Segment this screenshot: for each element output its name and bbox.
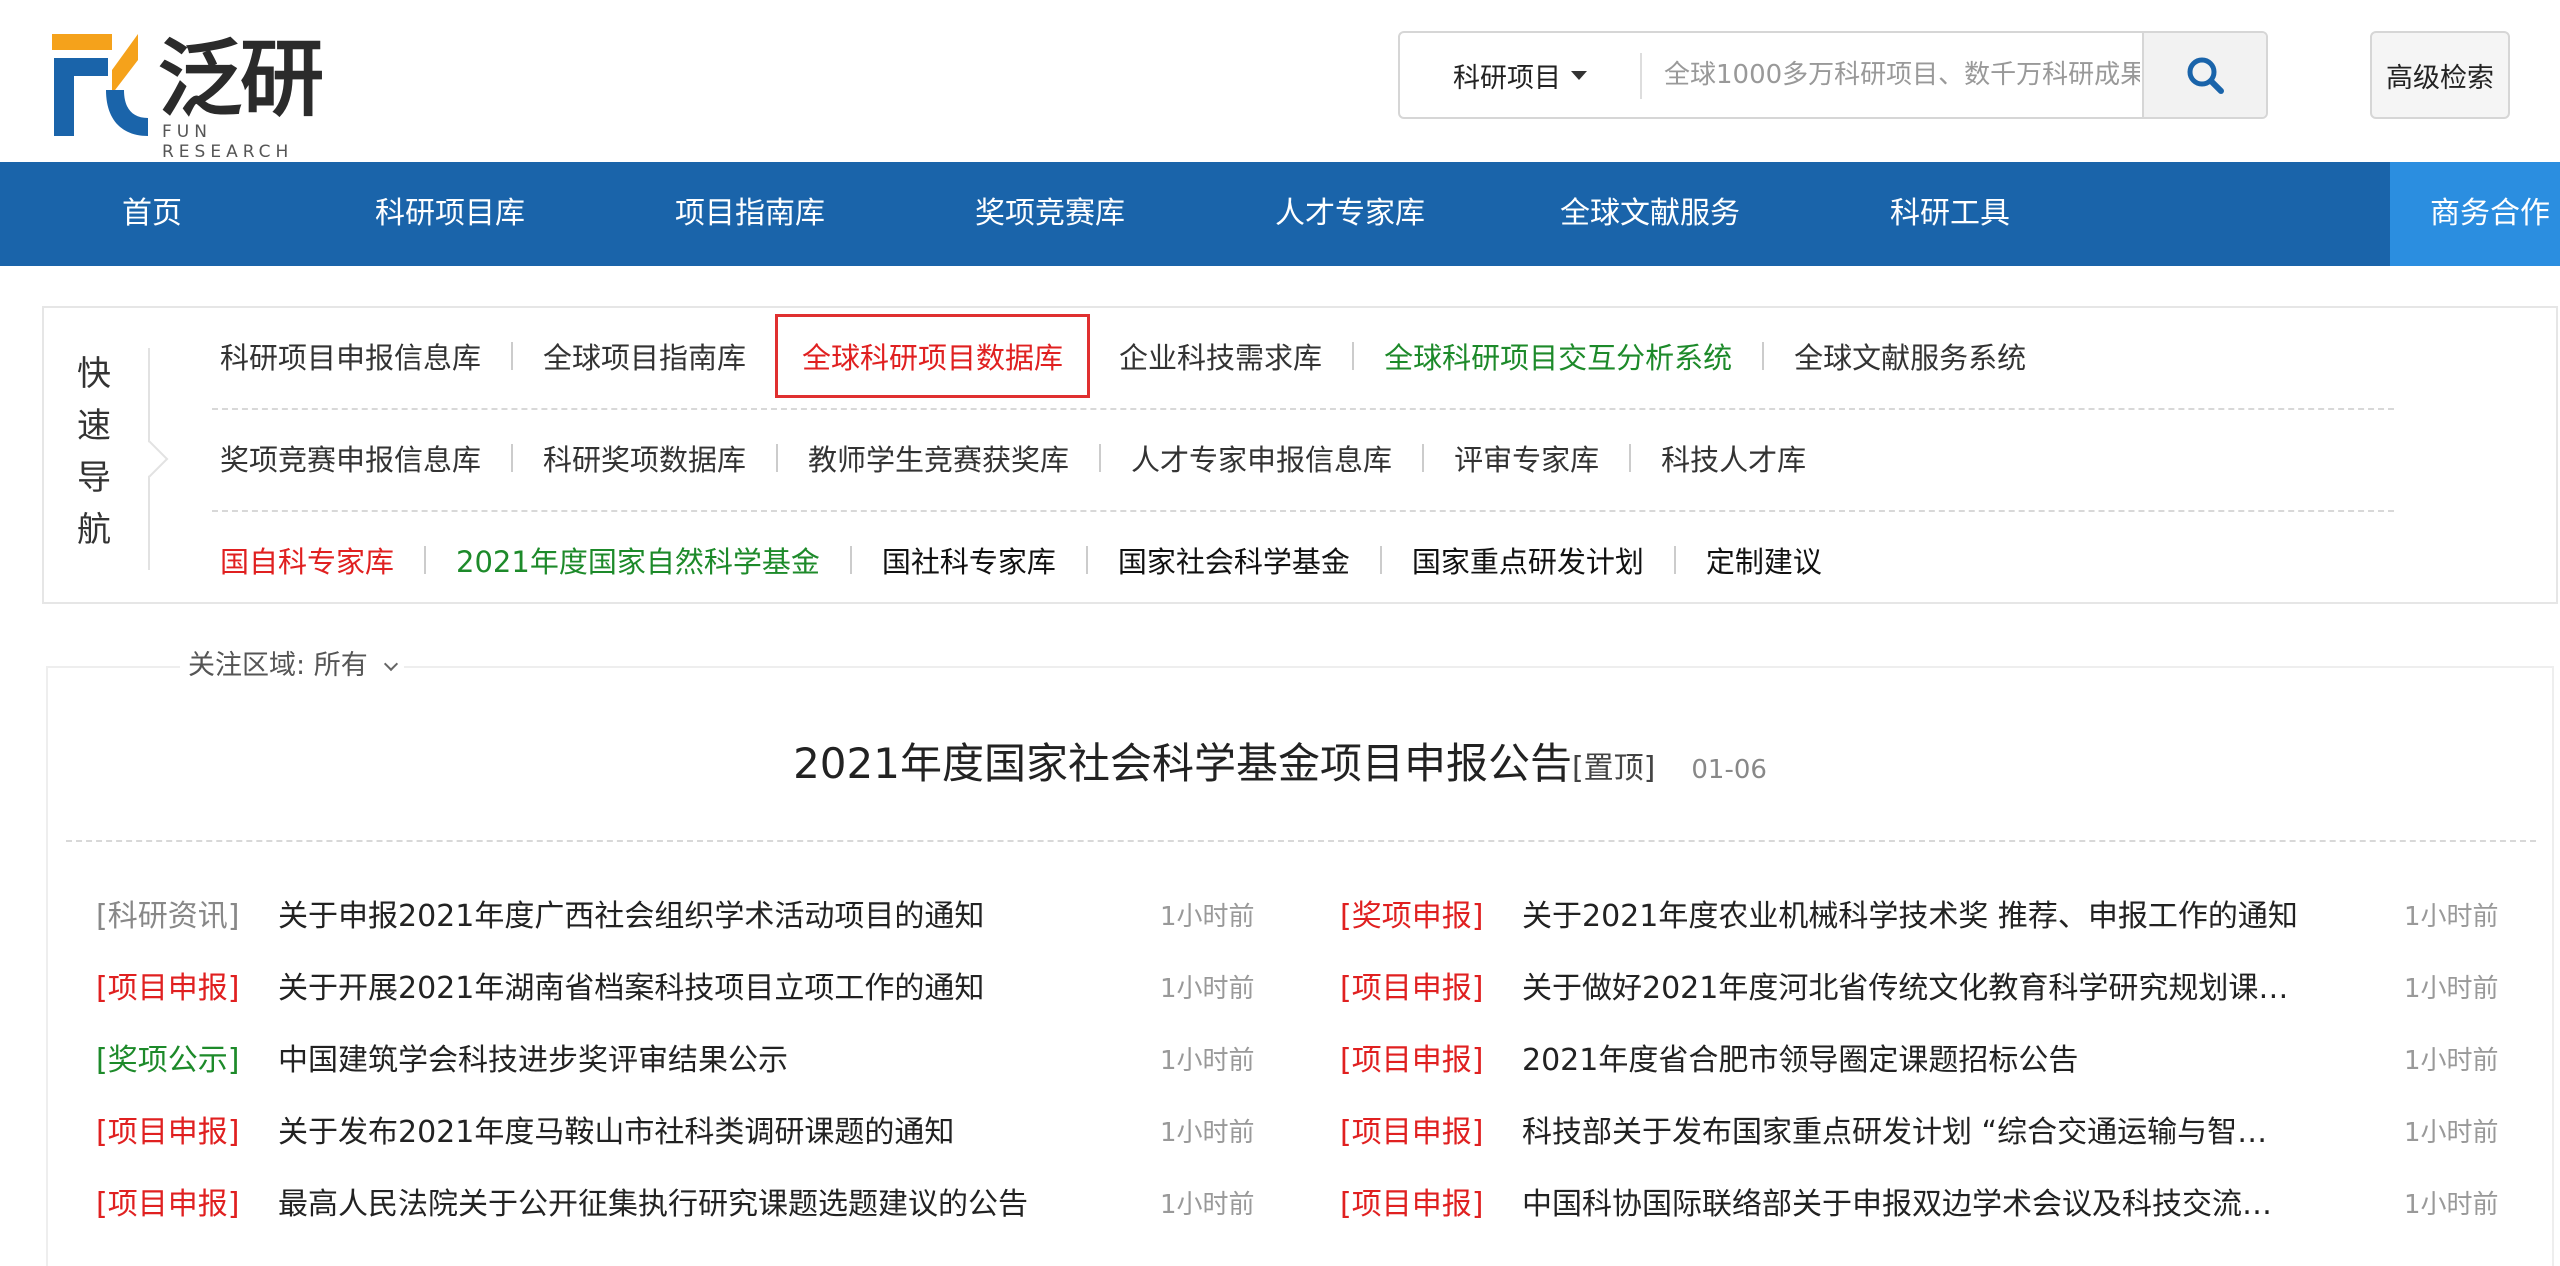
news-time: 1小时前: [2404, 1118, 2499, 1148]
quick-link[interactable]: 评审专家库: [1424, 437, 1629, 479]
news-time: 1小时前: [1160, 1046, 1255, 1076]
logo-name-cn: 泛研: [158, 30, 324, 128]
news-time: 1小时前: [1160, 1118, 1255, 1148]
news-time: 1小时前: [2404, 1046, 2499, 1076]
news-title[interactable]: 关于开展2021年湖南省档案科技项目立项工作的通知: [278, 963, 1238, 1015]
quick-link[interactable]: 科研奖项数据库: [513, 437, 776, 479]
search-button[interactable]: [2142, 33, 2266, 117]
nav-item-literature[interactable]: 全球文献服务: [1540, 162, 1760, 266]
quick-link[interactable]: 2021年度国家自然科学基金: [426, 539, 850, 581]
news-time: 1小时前: [1160, 974, 1255, 1004]
list-item[interactable]: [项目申报] 科技部关于发布国家重点研发计划 “综合交通运输与智… 1小时前: [1340, 1107, 2520, 1159]
news-title[interactable]: 关于发布2021年度马鞍山市社科类调研课题的通知: [278, 1107, 1238, 1159]
nav-item-experts[interactable]: 人才专家库: [1260, 162, 1440, 266]
list-item[interactable]: [项目申报] 关于做好2021年度河北省传统文化教育科学研究规划课… 1小时前: [1340, 963, 2520, 1015]
search-category-label: 科研项目: [1453, 62, 1561, 94]
news-tag: [科研资讯]: [96, 899, 240, 934]
quick-link[interactable]: 教师学生竞赛获奖库: [778, 437, 1099, 479]
quick-link-global-project-db[interactable]: 全球科研项目数据库: [775, 314, 1091, 398]
news-tag: [奖项公示]: [96, 1043, 240, 1078]
news-tag: [项目申报]: [1340, 971, 1484, 1006]
nav-item-tools[interactable]: 科研工具: [1860, 162, 2040, 266]
quick-link[interactable]: 科技人才库: [1631, 437, 1836, 479]
news-title[interactable]: 最高人民法院关于公开征集执行研究课题选题建议的公告: [278, 1179, 1238, 1231]
quick-link[interactable]: 国家社会科学基金: [1088, 539, 1380, 581]
list-item[interactable]: [项目申报] 关于发布2021年度马鞍山市社科类调研课题的通知 1小时前: [96, 1107, 1276, 1159]
news-title[interactable]: 2021年度省合肥市领导圈定课题招标公告: [1522, 1035, 2352, 1087]
quick-nav-row-2: 奖项竞赛申报信息库 科研奖项数据库 教师学生竞赛获奖库 人才专家申报信息库 评审…: [170, 428, 1836, 488]
chevron-down-icon: [384, 656, 399, 672]
list-item[interactable]: [科研资讯] 关于申报2021年度广西社会组织学术活动项目的通知 1小时前: [96, 891, 1276, 943]
nav-item-guides[interactable]: 项目指南库: [660, 162, 840, 266]
quick-link[interactable]: 全球文献服务系统: [1764, 335, 2056, 377]
quick-link[interactable]: 国社科专家库: [852, 539, 1086, 581]
headline-date: 01-06: [1691, 755, 1767, 785]
caret-down-icon: [1571, 70, 1587, 80]
pinned-badge: [置顶]: [1571, 751, 1656, 786]
list-item[interactable]: [项目申报] 最高人民法院关于公开征集执行研究课题选题建议的公告 1小时前: [96, 1179, 1276, 1231]
nav-item-projects[interactable]: 科研项目库: [360, 162, 540, 266]
news-time: 1小时前: [1160, 902, 1255, 932]
list-item[interactable]: [项目申报] 中国科协国际联络部关于申报双边学术会议及科技交流… 1小时前: [1340, 1179, 2520, 1231]
list-item[interactable]: [奖项公示] 中国建筑学会科技进步奖评审结果公示 1小时前: [96, 1035, 1276, 1087]
search-category-select[interactable]: 科研项目: [1400, 33, 1640, 117]
quick-nav-row-3: 国自科专家库 2021年度国家自然科学基金 国社科专家库 国家社会科学基金 国家…: [170, 530, 1852, 590]
news-tag: [项目申报]: [1340, 1187, 1484, 1222]
row-divider: [212, 408, 2394, 410]
quick-link[interactable]: 国家重点研发计划: [1382, 539, 1674, 581]
news-title[interactable]: 关于申报2021年度广西社会组织学术活动项目的通知: [278, 891, 1238, 943]
logo-name-en: FUN RESEARCH: [162, 122, 294, 162]
chevron-right-icon: [131, 440, 169, 478]
news-tag: [项目申报]: [96, 971, 240, 1006]
list-item[interactable]: [奖项申报] 关于2021年度农业机械科学技术奖 推荐、申报工作的通知 1小时前: [1340, 891, 2520, 943]
news-title[interactable]: 中国科协国际联络部关于申报双边学术会议及科技交流…: [1522, 1179, 2352, 1231]
news-time: 1小时前: [2404, 1190, 2499, 1220]
nav-item-home[interactable]: 首页: [92, 162, 212, 266]
news-title[interactable]: 科技部关于发布国家重点研发计划 “综合交通运输与智…: [1522, 1107, 2352, 1159]
quick-link[interactable]: 全球项目指南库: [513, 335, 776, 377]
news-tag: [项目申报]: [96, 1115, 240, 1150]
region-value: 所有: [313, 650, 368, 681]
news-title[interactable]: 关于做好2021年度河北省传统文化教育科学研究规划课…: [1522, 963, 2352, 1015]
search-input[interactable]: [1662, 43, 2142, 107]
news-tag: [项目申报]: [96, 1187, 240, 1222]
nav-item-awards[interactable]: 奖项竞赛库: [960, 162, 1140, 266]
news-tag: [项目申报]: [1340, 1043, 1484, 1078]
news-time: 1小时前: [1160, 1190, 1255, 1220]
headline-title[interactable]: 2021年度国家社会科学基金项目申报公告: [793, 739, 1572, 788]
quick-link[interactable]: 企业科技需求库: [1089, 335, 1352, 377]
quick-link[interactable]: 全球科研项目交互分析系统: [1354, 335, 1762, 377]
site-header: 泛研 FUN RESEARCH 科研项目 高级检索: [0, 0, 2560, 162]
headline-divider: [66, 840, 2536, 842]
site-logo[interactable]: 泛研 FUN RESEARCH: [50, 30, 350, 162]
logo-mark-icon: [52, 34, 148, 136]
news-title[interactable]: 关于2021年度农业机械科学技术奖 推荐、申报工作的通知: [1522, 891, 2352, 943]
main-nav: 首页 科研项目库 项目指南库 奖项竞赛库 人才专家库 全球文献服务 科研工具 商…: [0, 162, 2560, 266]
quick-nav-row-1: 科研项目申报信息库 全球项目指南库 全球科研项目数据库 企业科技需求库 全球科研…: [170, 314, 2056, 398]
news-tag: [项目申报]: [1340, 1115, 1484, 1150]
quick-link[interactable]: 国自科专家库: [170, 539, 424, 581]
quick-link[interactable]: 人才专家申报信息库: [1101, 437, 1422, 479]
quick-link[interactable]: 奖项竞赛申报信息库: [170, 437, 511, 479]
region-filter[interactable]: 关注区域: 所有: [180, 646, 405, 686]
news-time: 1小时前: [2404, 974, 2499, 1004]
row-divider: [212, 510, 2394, 512]
news-tag: [奖项申报]: [1340, 899, 1484, 934]
region-label: 关注区域:: [188, 650, 306, 681]
headline: 2021年度国家社会科学基金项目申报公告[置顶] 01-06: [0, 730, 2560, 791]
quick-nav-label: 快 速 导 航: [77, 354, 111, 550]
advanced-search-button[interactable]: 高级检索: [2370, 31, 2510, 119]
quick-link[interactable]: 科研项目申报信息库: [170, 335, 511, 377]
search-icon: [2187, 57, 2224, 94]
list-item[interactable]: [项目申报] 2021年度省合肥市领导圈定课题招标公告 1小时前: [1340, 1035, 2520, 1087]
nav-item-business[interactable]: 商务合作: [2390, 162, 2560, 266]
search-divider: [1640, 53, 1642, 99]
news-title[interactable]: 中国建筑学会科技进步奖评审结果公示: [278, 1035, 1238, 1087]
news-time: 1小时前: [2404, 902, 2499, 932]
search-bar: 科研项目: [1398, 31, 2268, 119]
list-item[interactable]: [项目申报] 关于开展2021年湖南省档案科技项目立项工作的通知 1小时前: [96, 963, 1276, 1015]
quick-link[interactable]: 定制建议: [1676, 539, 1852, 581]
